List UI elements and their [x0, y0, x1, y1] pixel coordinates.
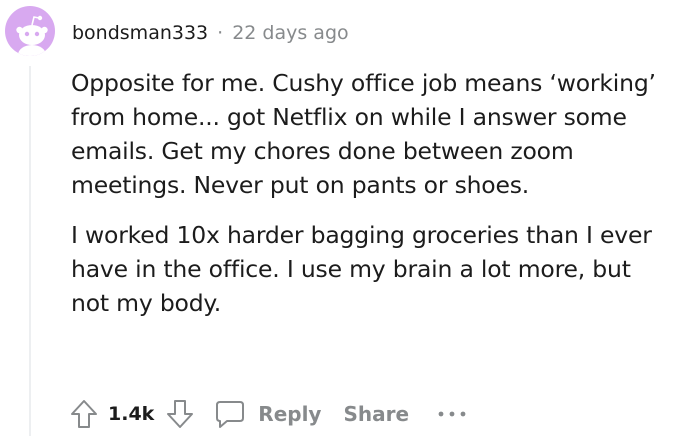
reply-button[interactable]: Reply: [214, 399, 321, 429]
comment-bubble-icon: [216, 401, 245, 428]
upvote-button[interactable]: [64, 394, 104, 434]
comment-actions: 1.4k Reply Share: [64, 394, 469, 434]
snoo-avatar-icon: [16, 15, 48, 56]
meta-separator: ·: [217, 22, 224, 44]
avatar[interactable]: [5, 6, 55, 56]
comment-meta: bondsman333 · 22 days ago: [72, 20, 349, 46]
text-line: I worked 10x harder bagging groceries th…: [71, 221, 652, 249]
text-line: meetings. Never put on pants or shoes.: [71, 171, 530, 199]
arrow-up-icon: [71, 400, 97, 428]
text-line: Opposite for me. Cushy office job means …: [71, 69, 656, 97]
comment: bondsman333 · 22 days ago Opposite for m…: [0, 0, 700, 436]
text-line: emails. Get my chores done between zoom: [71, 137, 574, 165]
author-name[interactable]: bondsman333: [72, 22, 208, 44]
thread-line[interactable]: [29, 66, 31, 436]
paragraph: I worked 10x harder bagging groceries th…: [71, 218, 697, 320]
arrow-down-icon: [167, 400, 194, 428]
reply-label: Reply: [258, 402, 322, 426]
paragraph: Opposite for me. Cushy office job means …: [71, 66, 697, 202]
share-button[interactable]: Share: [343, 402, 409, 426]
comment-body: Opposite for me. Cushy office job means …: [71, 66, 697, 336]
text-line: have in the office. I use my brain a lot…: [71, 255, 631, 283]
text-line: not my body.: [71, 289, 222, 317]
downvote-button[interactable]: [160, 394, 200, 434]
timestamp[interactable]: 22 days ago: [232, 22, 348, 44]
text-line: from home... got Netflix on while I answ…: [71, 103, 627, 131]
more-options-button[interactable]: [435, 394, 469, 434]
vote-score: 1.4k: [108, 403, 155, 425]
ellipsis-icon: [438, 411, 466, 417]
